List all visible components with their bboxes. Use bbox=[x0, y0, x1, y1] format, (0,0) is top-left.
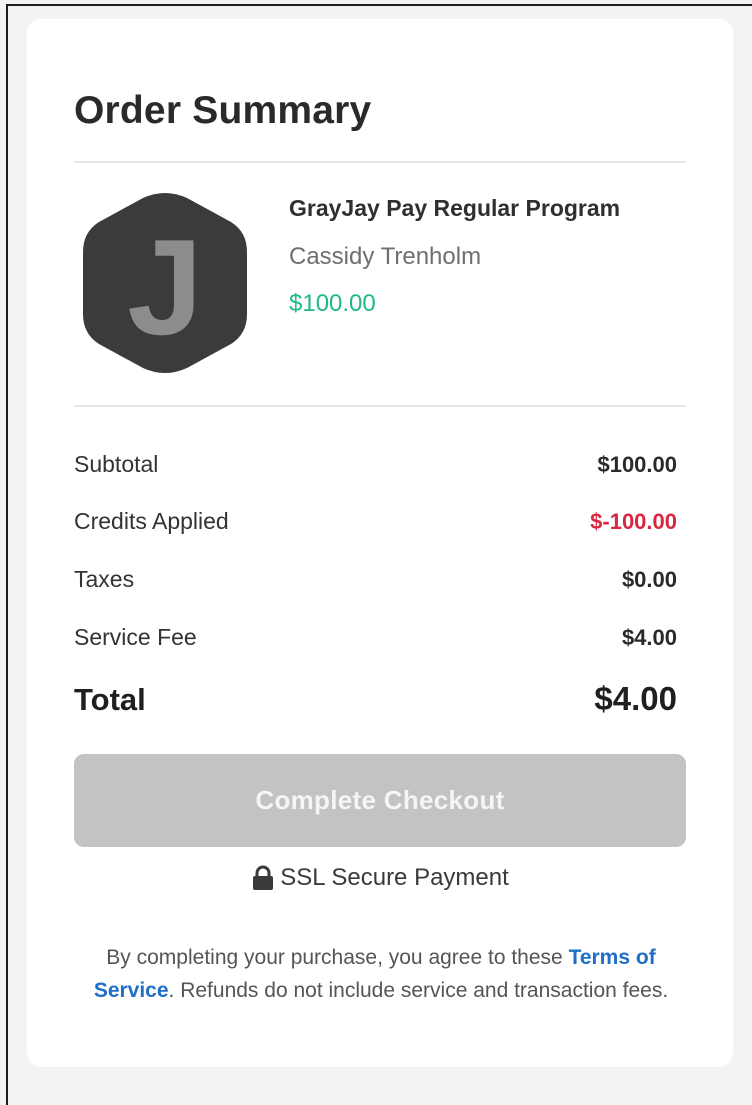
taxes-row: Taxes $0.00 bbox=[74, 566, 677, 593]
service-fee-row: Service Fee $4.00 bbox=[74, 624, 677, 651]
service-fee-label: Service Fee bbox=[74, 624, 197, 650]
subtotal-value: $100.00 bbox=[597, 452, 677, 477]
taxes-value: $0.00 bbox=[621, 567, 677, 592]
total-label: Total bbox=[74, 682, 146, 717]
terms-notice: By completing your purchase, you agree t… bbox=[71, 941, 691, 1007]
page-title: Order Summary bbox=[74, 89, 372, 132]
product-seller: Cassidy Trenholm bbox=[289, 243, 482, 270]
lock-icon bbox=[253, 865, 274, 890]
subtotal-label: Subtotal bbox=[74, 451, 159, 477]
product-logo-letter: J bbox=[127, 211, 203, 363]
total-value: $4.00 bbox=[594, 680, 677, 717]
product-name: GrayJay Pay Regular Program bbox=[289, 195, 621, 221]
credits-label: Credits Applied bbox=[74, 508, 229, 534]
divider bbox=[74, 161, 686, 163]
ssl-secure-note: SSL Secure Payment bbox=[27, 864, 733, 892]
complete-checkout-button[interactable]: Complete Checkout bbox=[74, 754, 686, 847]
divider bbox=[74, 405, 686, 407]
order-summary-card: Order Summary J GrayJay Pay Regular Prog… bbox=[27, 19, 733, 1067]
total-row: Total $4.00 bbox=[74, 680, 677, 718]
terms-suffix: . Refunds do not include service and tra… bbox=[168, 979, 669, 1002]
product-price: $100.00 bbox=[289, 290, 376, 317]
credits-value: $-100.00 bbox=[590, 509, 677, 534]
taxes-label: Taxes bbox=[74, 566, 135, 592]
subtotal-row: Subtotal $100.00 bbox=[74, 451, 677, 478]
service-fee-value: $4.00 bbox=[621, 625, 677, 650]
credits-row: Credits Applied $-100.00 bbox=[74, 508, 677, 535]
ssl-secure-label: SSL Secure Payment bbox=[280, 864, 509, 891]
product-logo: J bbox=[83, 193, 247, 373]
terms-prefix: By completing your purchase, you agree t… bbox=[106, 946, 569, 969]
